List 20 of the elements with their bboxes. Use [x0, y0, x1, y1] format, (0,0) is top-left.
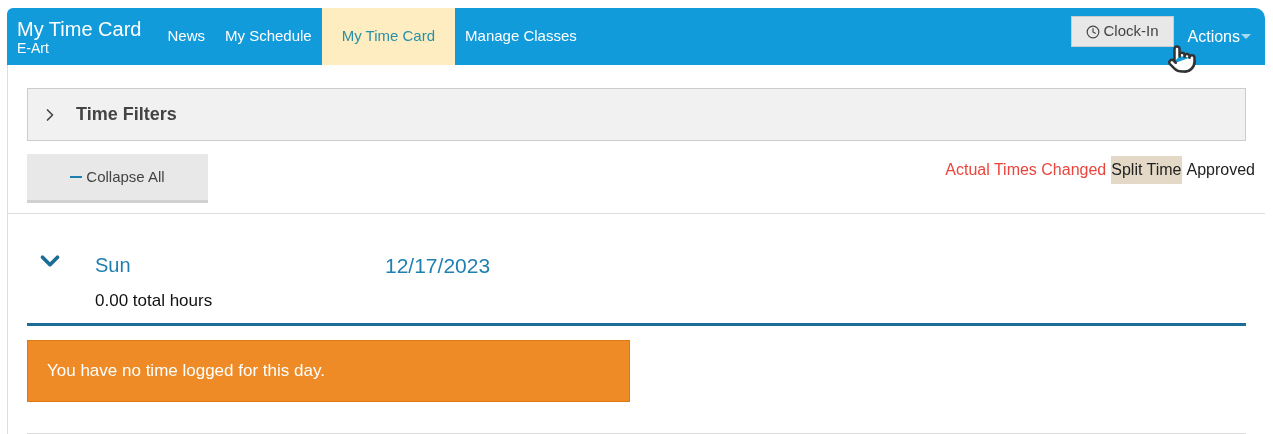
- page-subtitle: E-Art: [17, 39, 50, 56]
- no-time-alert: You have no time logged for this day.: [27, 340, 630, 402]
- hand-cursor-icon: [1167, 44, 1197, 74]
- total-hours: 0.00 total hours: [95, 289, 214, 312]
- day-date: 12/17/2023: [385, 253, 491, 279]
- nav-tab[interactable]: News: [157, 8, 215, 65]
- legend-item: Split Time: [1111, 156, 1182, 184]
- nav-tab[interactable]: My Schedule: [215, 8, 322, 65]
- minus-icon: [70, 176, 83, 178]
- legend-item: Approved: [1186, 160, 1255, 180]
- collapse-all-button[interactable]: Collapse All: [27, 154, 208, 203]
- page-title: My Time Card: [17, 17, 142, 40]
- day-name: Sun: [95, 253, 132, 278]
- caret-icon: [1241, 34, 1251, 39]
- clock-icon: [1085, 24, 1100, 39]
- nav-tab[interactable]: My Time Card: [321, 8, 456, 65]
- time-filters-panel[interactable]: Time Filters: [27, 88, 1246, 141]
- legend-item: Actual Times Changed: [945, 160, 1107, 180]
- nav-tab[interactable]: Manage Classes: [455, 8, 587, 65]
- clock-in-button[interactable]: Clock-In: [1070, 16, 1174, 47]
